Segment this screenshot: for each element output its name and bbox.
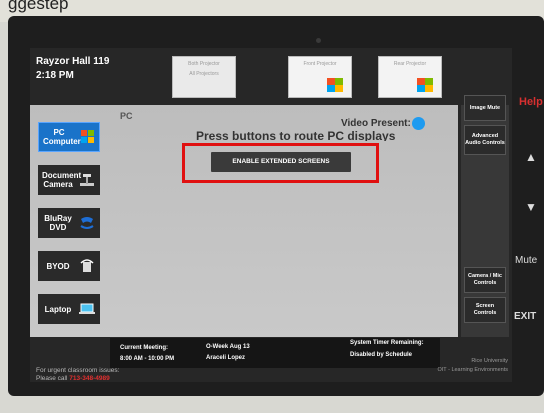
main-panel: PC Video Present: Press buttons to route… <box>30 105 458 337</box>
windows-icon <box>81 130 94 143</box>
footer-university: Rice University <box>471 358 508 364</box>
source-laptop-label: Laptop <box>44 304 72 314</box>
current-meeting-time: 8:00 AM - 10:00 PM <box>120 356 175 362</box>
bluray-icon <box>80 217 94 229</box>
camera-dot <box>316 38 321 43</box>
source-doc-cam-label: Document Camera <box>42 171 82 189</box>
advanced-audio-controls-button[interactable]: Advanced Audio Controls <box>464 125 506 155</box>
camera-mic-controls-button[interactable]: Camera / Mic Controls <box>464 267 506 293</box>
room-time: 2:18 PM <box>36 70 74 81</box>
room-title: Rayzor Hall 119 <box>36 56 110 67</box>
screen-controls-button[interactable]: Screen Controls <box>464 297 506 323</box>
touch-screen: Rayzor Hall 119 2:18 PM Both Projector A… <box>30 48 512 382</box>
source-bluray-label: BluRay DVD <box>44 214 72 232</box>
wall-mute-label[interactable]: Mute <box>515 255 537 266</box>
both-projector-label: Both Projector <box>188 61 220 67</box>
source-byod-button[interactable]: BYOD <box>38 251 100 281</box>
windows-icon <box>417 78 433 92</box>
all-projectors-label: All Projectors <box>189 71 219 77</box>
image-mute-button[interactable]: Image Mute <box>464 95 506 121</box>
meeting-person: Araceli Lopez <box>206 355 246 361</box>
footer-call-text: Please call 713-348-4989 <box>36 375 110 382</box>
route-instruction: Press buttons to route PC displays <box>196 129 396 141</box>
footer-call-label: Please call <box>36 375 68 382</box>
front-projector-label: Front Projector <box>303 61 337 67</box>
front-projector-button[interactable]: Front Projector <box>288 56 352 98</box>
meeting-title: O-Week Aug 13 <box>206 344 250 350</box>
timer-label: System Timer Remaining: <box>350 340 424 346</box>
source-laptop-button[interactable]: Laptop <box>38 294 100 324</box>
footer-urgent-text: For urgent classroom issues: <box>36 367 120 374</box>
right-control-column: Image Mute Advanced Audio Controls Camer… <box>461 95 509 337</box>
caption-text: ggestep <box>8 0 69 13</box>
wall-help-label: Help <box>519 96 543 108</box>
footer-phone-number: 713-348-4989 <box>69 375 110 382</box>
windows-icon <box>327 78 343 92</box>
rear-projector-button[interactable]: Rear Projector <box>378 56 442 98</box>
volume-down-icon[interactable]: ▼ <box>525 200 537 214</box>
rear-projector-label: Rear Projector <box>393 61 427 67</box>
source-bluray-dvd-button[interactable]: BluRay DVD <box>38 208 100 238</box>
volume-up-icon[interactable]: ▲ <box>525 150 537 164</box>
video-present-indicator <box>412 117 425 130</box>
wireless-device-icon <box>80 259 94 272</box>
document-camera-icon <box>80 174 94 186</box>
source-byod-label: BYOD <box>46 261 70 271</box>
wall-exit-label[interactable]: EXIT <box>514 311 536 322</box>
timer-value: Disabled by Schedule <box>350 352 413 358</box>
highlight-box <box>182 143 379 183</box>
status-bar: Current Meeting: 8:00 AM - 10:00 PM O-We… <box>110 338 440 368</box>
laptop-icon <box>79 303 95 314</box>
current-meeting-label: Current Meeting: <box>120 345 168 351</box>
source-pc-computer-button[interactable]: PC Computer <box>38 122 100 152</box>
source-document-camera-button[interactable]: Document Camera <box>38 165 100 195</box>
source-pc-label: PC Computer <box>43 128 81 146</box>
source-label: PC <box>120 111 133 121</box>
footer-department: OIT - Learning Environments <box>437 367 508 373</box>
video-present-label: Video Present: <box>341 118 411 129</box>
both-projector-button[interactable]: Both Projector All Projectors <box>172 56 236 98</box>
